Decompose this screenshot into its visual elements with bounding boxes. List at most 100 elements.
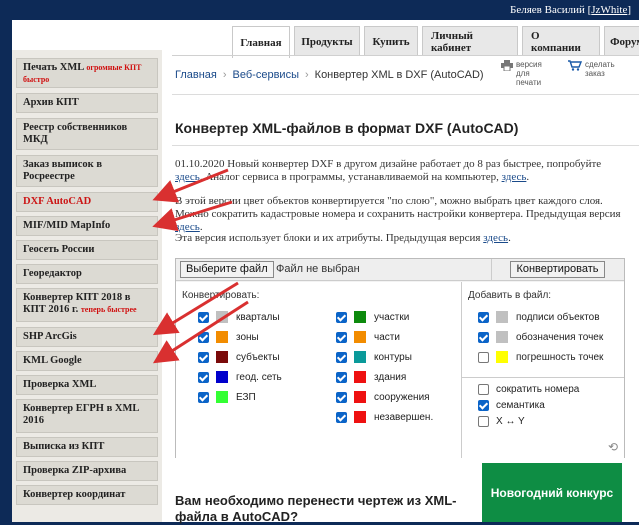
option-checkbox[interactable]	[336, 371, 347, 383]
sidebar-item-archive[interactable]: Архив КПТ	[16, 93, 158, 113]
option-col2-2[interactable]: контуры	[336, 350, 412, 364]
option-col1-0[interactable]: кварталы	[198, 310, 280, 324]
option-col2-1[interactable]: части	[336, 330, 400, 344]
desktop-version-link[interactable]: здесь	[502, 171, 527, 183]
tabs-divider	[172, 55, 639, 56]
option-col2-5[interactable]: незавершен.	[336, 410, 433, 424]
tab-about[interactable]: О компании	[522, 26, 600, 56]
option-checkbox[interactable]	[478, 351, 489, 363]
option-label: X ↔ Y	[496, 415, 525, 427]
promo-banner[interactable]: Новогодний конкурс	[482, 463, 622, 522]
color-swatch[interactable]	[354, 411, 366, 423]
option-add-0[interactable]: подписи объектов	[478, 310, 600, 324]
option-col1-4[interactable]: ЕЗП	[198, 390, 256, 404]
reset-icon[interactable]: ⟲	[608, 440, 618, 454]
sidebar-item-print-xml[interactable]: Печать XML огромные КПТ быстро	[16, 58, 158, 88]
option-label: сократить номера	[496, 383, 580, 395]
option-checkbox[interactable]	[198, 351, 209, 363]
option-checkbox[interactable]	[336, 411, 347, 423]
option-checkbox[interactable]	[478, 399, 489, 411]
title-divider	[172, 145, 639, 146]
option-extra-1[interactable]: семантика	[478, 398, 545, 412]
option-checkbox[interactable]	[478, 311, 489, 323]
option-label: части	[374, 331, 400, 343]
color-swatch[interactable]	[216, 331, 228, 343]
color-swatch[interactable]	[354, 371, 366, 383]
sidebar-item-kml-google[interactable]: KML Google	[16, 351, 158, 371]
tab-buy[interactable]: Купить	[364, 26, 418, 56]
user-name: Беляев Василий	[510, 4, 585, 16]
option-col1-2[interactable]: субъекты	[198, 350, 280, 364]
color-swatch[interactable]	[354, 391, 366, 403]
option-checkbox[interactable]	[336, 331, 347, 343]
color-swatch[interactable]	[354, 311, 366, 323]
color-swatch[interactable]	[216, 351, 228, 363]
option-col2-4[interactable]: сооружения	[336, 390, 430, 404]
sidebar-item-owners-registry[interactable]: Реестр собственников МКД	[16, 118, 158, 150]
option-col1-1[interactable]: зоны	[198, 330, 259, 344]
breadcrumb-home[interactable]: Главная	[175, 69, 217, 81]
option-checkbox[interactable]	[198, 331, 209, 343]
breadcrumb-services[interactable]: Веб-сервисы	[233, 69, 299, 81]
option-col2-3[interactable]: здания	[336, 370, 406, 384]
option-col2-0[interactable]: участки	[336, 310, 409, 324]
option-checkbox[interactable]	[336, 391, 347, 403]
option-label: зоны	[236, 331, 259, 343]
color-swatch[interactable]	[496, 311, 508, 323]
print-version-link[interactable]: версия для печати	[501, 60, 556, 87]
option-label: здания	[374, 371, 407, 383]
convert-button[interactable]: Конвертировать	[510, 261, 605, 278]
option-label: субъекты	[236, 351, 280, 363]
option-add-1[interactable]: обозначения точек	[478, 330, 603, 344]
sidebar-item-geoset[interactable]: Геосеть России	[16, 240, 158, 260]
color-swatch[interactable]	[354, 351, 366, 363]
option-checkbox[interactable]	[478, 415, 489, 427]
sidebar-item-order-extracts[interactable]: Заказ выписок в Росреестре	[16, 155, 158, 187]
sidebar: Печать XML огромные КПТ быстро Архив КПТ…	[12, 50, 162, 522]
option-checkbox[interactable]	[336, 311, 347, 323]
option-extra-0[interactable]: сократить номера	[478, 382, 579, 396]
tab-forum[interactable]: Форум	[604, 26, 639, 56]
tab-products[interactable]: Продукты	[294, 26, 360, 56]
option-col1-3[interactable]: геод. сеть	[198, 370, 282, 384]
sidebar-item-shp-arcgis[interactable]: SHP ArcGis	[16, 327, 158, 347]
blocks-paragraph: Эта версия использует блоки и их атрибут…	[175, 232, 511, 244]
sidebar-item-georedactor[interactable]: Георедактор	[16, 264, 158, 284]
option-checkbox[interactable]	[478, 383, 489, 395]
new-converter-link[interactable]: здесь	[175, 171, 200, 183]
sidebar-item-check-xml[interactable]: Проверка XML	[16, 375, 158, 395]
tab-home[interactable]: Главная	[232, 26, 290, 58]
option-checkbox[interactable]	[198, 371, 209, 383]
page-tools: версия для печати сделать заказ	[501, 60, 625, 87]
color-swatch[interactable]	[216, 391, 228, 403]
sidebar-item-kpt-converter[interactable]: Конвертер КПТ 2018 в КПТ 2016 г. теперь …	[16, 288, 158, 322]
user-link[interactable]: JzWhite	[591, 4, 627, 16]
choose-file-button[interactable]: Выберите файл	[180, 261, 274, 278]
color-swatch[interactable]	[496, 331, 508, 343]
sidebar-item-zip-check[interactable]: Проверка ZIP-архива	[16, 461, 158, 481]
sidebar-item-kpt-extract[interactable]: Выписка из КПТ	[16, 437, 158, 457]
converter-toolbar: Выберите файл Файл не выбран Конвертиров…	[176, 259, 624, 281]
option-label: подписи объектов	[516, 311, 600, 323]
tab-cabinet[interactable]: Личный кабинет	[422, 26, 518, 56]
sidebar-item-mif-mapinfo[interactable]: MIF/MID MapInfo	[16, 216, 158, 236]
printer-icon	[501, 60, 513, 71]
option-label: ЕЗП	[236, 391, 256, 403]
color-swatch[interactable]	[496, 351, 508, 363]
sidebar-item-dxf-autocad[interactable]: DXF AutoCAD	[16, 192, 158, 212]
option-label: контуры	[374, 351, 412, 363]
sidebar-item-coord-converter[interactable]: Конвертер координат	[16, 485, 158, 505]
option-checkbox[interactable]	[198, 311, 209, 323]
option-checkbox[interactable]	[336, 351, 347, 363]
color-swatch[interactable]	[216, 371, 228, 383]
color-swatch[interactable]	[216, 311, 228, 323]
news-paragraph: 01.10.2020 Новый конвертер DXF в другом …	[175, 158, 602, 183]
option-add-2[interactable]: погрешность точек	[478, 350, 603, 364]
color-swatch[interactable]	[354, 331, 366, 343]
make-order-link[interactable]: сделать заказ	[568, 60, 625, 87]
prev-version-link-2[interactable]: здесь	[483, 232, 508, 244]
option-extra-2[interactable]: X ↔ Y	[478, 414, 525, 428]
option-checkbox[interactable]	[198, 391, 209, 403]
option-checkbox[interactable]	[478, 331, 489, 343]
sidebar-item-egrn-converter[interactable]: Конвертер ЕГРН в XML 2016	[16, 399, 158, 433]
